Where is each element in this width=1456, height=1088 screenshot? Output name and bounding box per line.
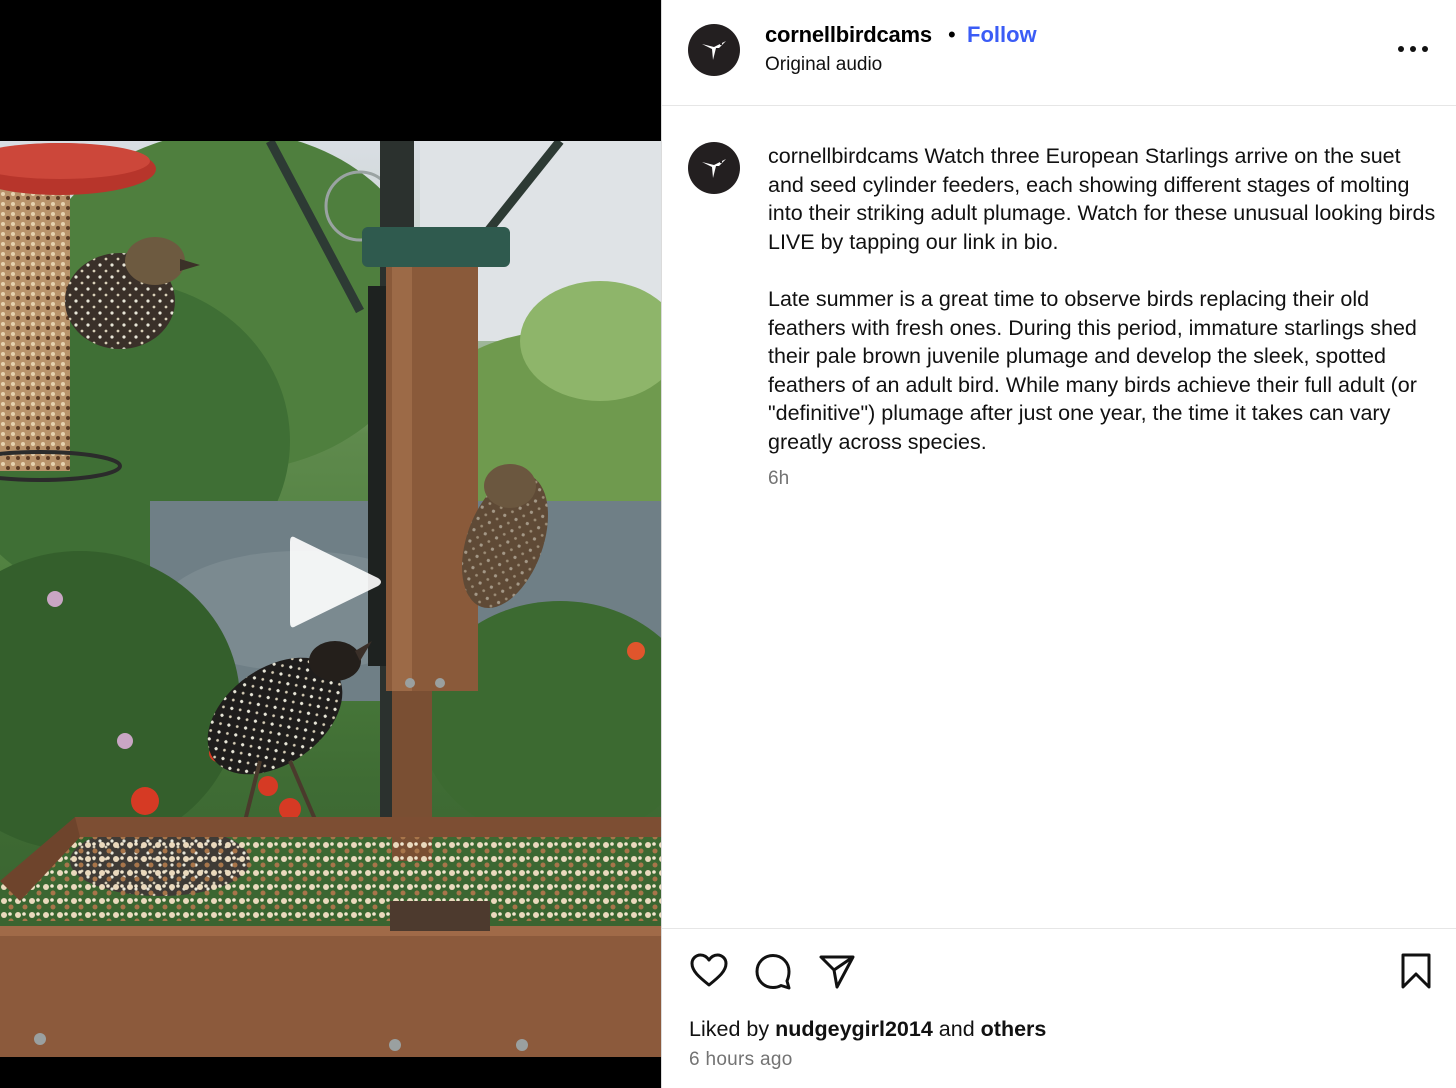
separator-dot: •	[948, 22, 956, 47]
liked-by-user[interactable]: nudgeygirl2014	[775, 1017, 933, 1041]
video-player[interactable]	[0, 0, 661, 1088]
liked-by-prefix: Liked by	[689, 1017, 770, 1041]
comment-bubble-icon[interactable]	[753, 951, 793, 991]
caption-paragraph-1: cornellbirdcams Watch three European Sta…	[768, 142, 1438, 256]
caption-paragraph-2: Late summer is a great time to observe b…	[768, 286, 1417, 454]
hummingbird-logo-icon	[702, 159, 726, 178]
post-header: cornellbirdcams • Follow Original audio	[662, 0, 1456, 106]
post-caption: cornellbirdcams Watch three European Sta…	[768, 142, 1438, 457]
liked-by-text: Liked by nudgeygirl2014 and others	[689, 1017, 1046, 1042]
liked-by-others[interactable]: others	[981, 1017, 1047, 1041]
post-actions-footer: Liked by nudgeygirl2014 and others 6 hou…	[662, 928, 1456, 1088]
follow-button[interactable]: Follow	[967, 22, 1037, 48]
caption-avatar[interactable]	[688, 142, 740, 194]
caption-username[interactable]: cornellbirdcams	[768, 144, 919, 168]
liked-by-and: and	[938, 1017, 975, 1041]
original-audio-link[interactable]: Original audio	[765, 54, 882, 76]
header-username[interactable]: cornellbirdcams	[765, 22, 932, 48]
caption-age: 6h	[768, 468, 790, 489]
hummingbird-logo-icon[interactable]	[688, 24, 740, 76]
bookmark-icon[interactable]	[1396, 951, 1436, 991]
more-options-icon[interactable]	[1398, 37, 1428, 61]
post-details-panel: cornellbirdcams • Follow Original audio …	[661, 0, 1456, 1088]
heart-icon[interactable]	[689, 951, 729, 991]
play-icon[interactable]	[286, 530, 384, 634]
paper-plane-icon[interactable]	[817, 951, 857, 991]
post-timestamp[interactable]: 6 hours ago	[689, 1049, 793, 1071]
